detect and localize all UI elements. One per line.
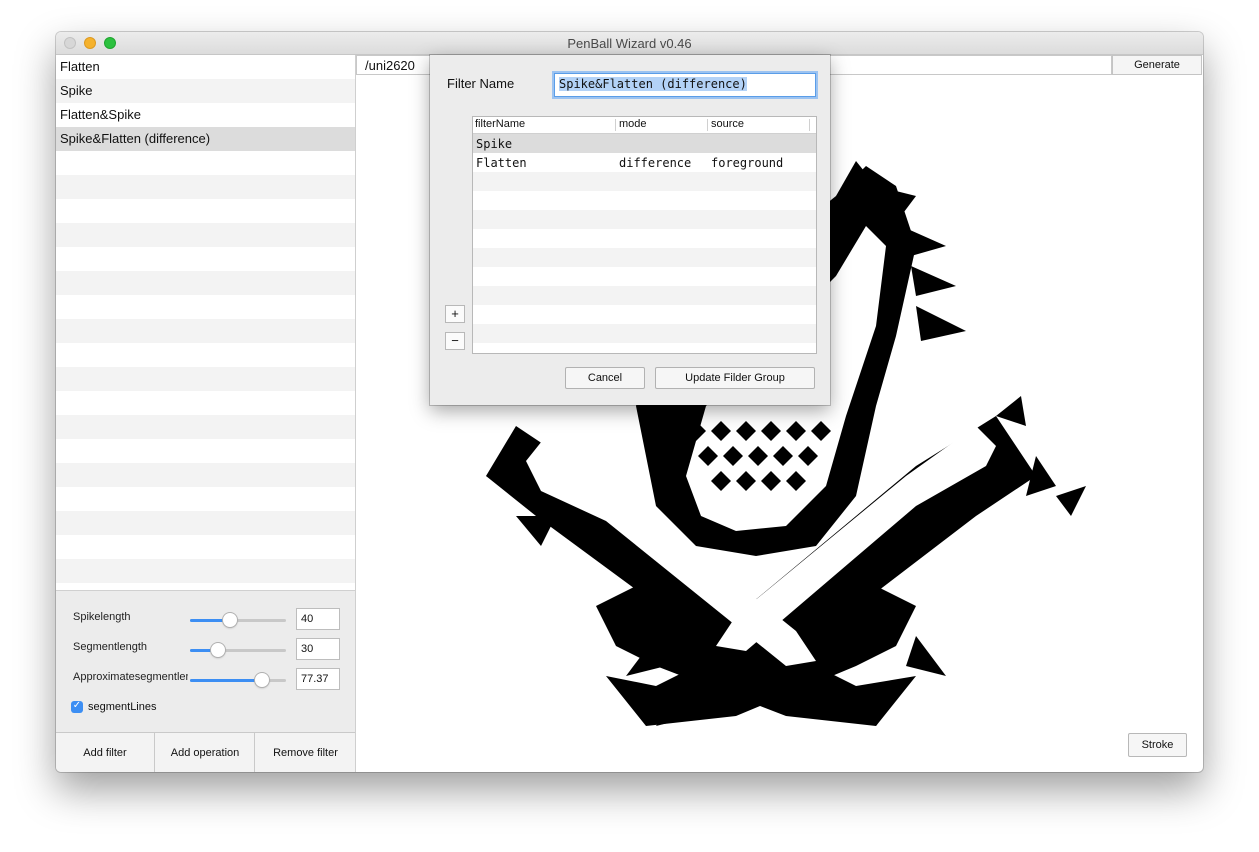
empty-row	[473, 267, 816, 286]
empty-row	[473, 248, 816, 267]
remove-row-button[interactable]: −	[445, 332, 465, 350]
cancel-button[interactable]: Cancel	[565, 367, 645, 389]
column-divider	[707, 119, 708, 131]
slider-knob[interactable]	[223, 613, 238, 627]
empty-row	[56, 223, 355, 247]
empty-row	[56, 367, 355, 391]
empty-row	[473, 210, 816, 229]
title-bar: PenBall Wizard v0.46	[56, 32, 1203, 55]
spikelength-field[interactable]: 40	[296, 608, 340, 630]
column-divider	[615, 119, 616, 131]
filter-list-item[interactable]: Spike	[56, 79, 355, 103]
cell-source: foreground	[711, 156, 784, 170]
slider-fill	[190, 679, 262, 682]
column-source[interactable]: source	[711, 118, 744, 130]
empty-row	[56, 415, 355, 439]
add-filter-button[interactable]: Add filter	[56, 733, 155, 772]
table-body: Spike Flatten difference foreground	[473, 134, 816, 353]
empty-row	[56, 439, 355, 463]
segmentlength-field[interactable]: 30	[296, 638, 340, 660]
empty-row	[56, 247, 355, 271]
filter-actions-bar: Add filter Add operation Remove filter	[56, 732, 355, 772]
filter-list-item-selected[interactable]: Spike&Flatten (difference)	[56, 127, 355, 151]
remove-filter-button[interactable]: Remove filter	[256, 733, 355, 772]
filter-list-item[interactable]: Flatten&Spike	[56, 103, 355, 127]
filter-name-input[interactable]: Spike&Flatten (difference)	[554, 73, 816, 97]
slider-knob[interactable]	[255, 673, 269, 687]
approx-segment-length-field[interactable]: 77.37	[296, 668, 340, 690]
filter-group-sheet: Filter Name Spike&Flatten (difference) f…	[430, 55, 830, 405]
empty-row	[473, 343, 816, 353]
column-mode[interactable]: mode	[619, 118, 647, 130]
empty-row	[56, 343, 355, 367]
empty-row	[56, 535, 355, 559]
update-filter-group-button[interactable]: Update Filder Group	[655, 367, 815, 389]
filter-name-label: Filter Name	[447, 76, 515, 91]
empty-row	[473, 305, 816, 324]
approx-segment-length-label: Approximatesegmentlength	[73, 671, 188, 683]
empty-row	[473, 286, 816, 305]
generate-button[interactable]: Generate	[1112, 55, 1202, 75]
spikelength-slider[interactable]	[190, 613, 286, 627]
empty-row	[56, 391, 355, 415]
empty-row	[473, 229, 816, 248]
add-row-button[interactable]: +	[445, 305, 465, 323]
empty-row	[473, 172, 816, 191]
segment-lines-checkbox[interactable]: ✓	[71, 700, 83, 713]
add-operation-button[interactable]: Add operation	[156, 733, 255, 772]
empty-row	[56, 583, 355, 590]
segment-lines-label: segmentLines	[88, 701, 157, 713]
cell-filtername: Spike	[476, 137, 513, 151]
empty-row	[473, 324, 816, 343]
cell-filtername: Flatten	[476, 156, 527, 170]
empty-row	[56, 175, 355, 199]
empty-row	[56, 559, 355, 583]
table-row[interactable]: Flatten difference foreground	[473, 153, 816, 172]
filter-group-table[interactable]: filterName mode source Spike Flatten dif…	[472, 116, 817, 354]
filter-parameters-panel: Spikelength 40 Segmentlength 30 Approxim…	[56, 590, 355, 733]
empty-row	[56, 463, 355, 487]
filter-list[interactable]: Flatten Spike Flatten&Spike Spike&Flatte…	[56, 55, 355, 590]
table-header: filterName mode source	[473, 117, 816, 134]
empty-row	[56, 295, 355, 319]
spikelength-label: Spikelength	[73, 611, 131, 623]
column-divider	[809, 119, 810, 131]
table-row[interactable]: Spike	[473, 134, 816, 153]
empty-row	[56, 319, 355, 343]
filter-name-text: Spike&Flatten (difference)	[559, 77, 747, 91]
empty-row	[56, 271, 355, 295]
empty-row	[56, 151, 355, 175]
empty-row	[473, 191, 816, 210]
slider-knob[interactable]	[210, 643, 225, 657]
cell-mode: difference	[619, 156, 692, 170]
window-title: PenBall Wizard v0.46	[567, 36, 692, 51]
empty-row	[56, 487, 355, 511]
stroke-button[interactable]: Stroke	[1128, 733, 1187, 757]
empty-row	[56, 199, 355, 223]
empty-row	[56, 511, 355, 535]
filter-list-item[interactable]: Flatten	[56, 55, 355, 79]
checkmark-icon: ✓	[72, 700, 82, 711]
segmentlength-label: Segmentlength	[73, 641, 147, 653]
column-filtername[interactable]: filterName	[475, 118, 525, 130]
approx-segment-length-slider[interactable]	[190, 673, 286, 687]
segmentlength-slider[interactable]	[190, 643, 286, 657]
